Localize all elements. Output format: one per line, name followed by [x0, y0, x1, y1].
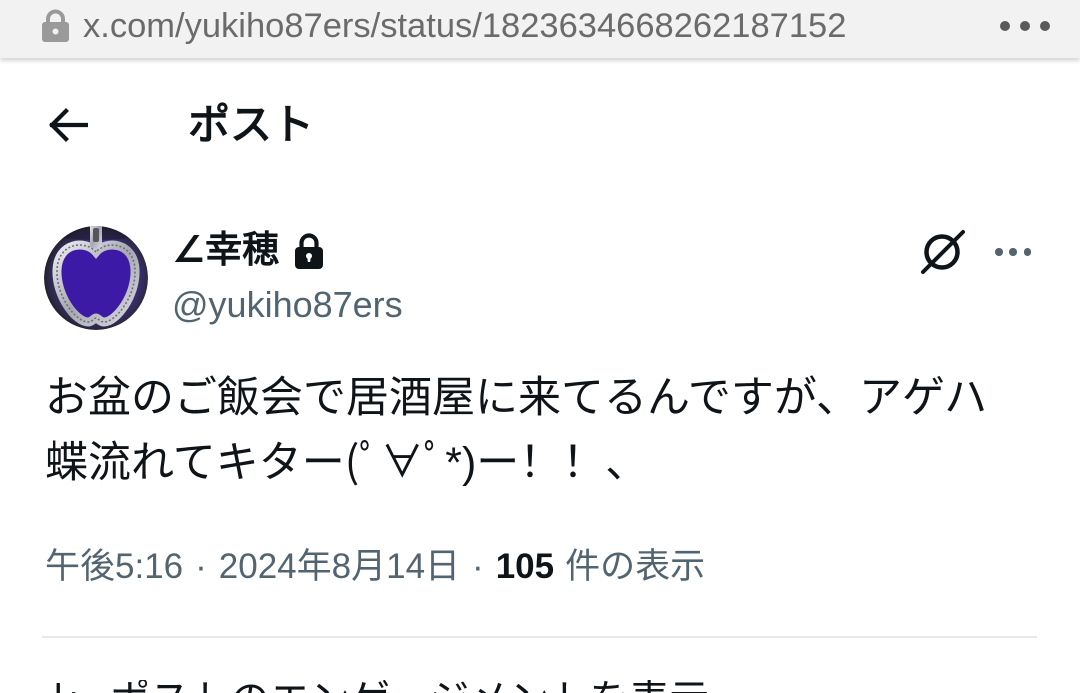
icon-dot [1000, 21, 1010, 31]
lock-icon [294, 232, 324, 269]
more-horizontal-icon [1000, 14, 1050, 38]
grok-button[interactable] [916, 226, 968, 278]
lock-icon[interactable] [40, 9, 71, 43]
more-options-button[interactable] [991, 234, 1035, 270]
author-name-row: ∠幸穂 [172, 226, 324, 274]
browser-address-bar[interactable]: x.com/yukiho87ers/status/182363466826218… [0, 0, 1080, 58]
divider [42, 636, 1037, 638]
view-engagements-link[interactable]: ポストのエンゲージメントを表示 [42, 664, 742, 693]
avatar[interactable] [44, 226, 148, 330]
url-text[interactable]: x.com/yukiho87ers/status/182363466826218… [83, 0, 988, 52]
meta-separator: · [472, 547, 484, 586]
post-time[interactable]: 午後5:16 [45, 543, 183, 591]
meta-separator: · [195, 547, 207, 586]
views-label: 件の表示 [565, 547, 706, 586]
post-text: お盆のご飯会で居酒屋に来てるんですが、アゲハ蝶流れてキター(ﾟ∀ﾟ*)ー！！、 [45, 374, 988, 487]
icon-dot [1020, 21, 1030, 31]
icon-dot [1023, 248, 1031, 256]
back-button[interactable] [40, 101, 96, 149]
grok-icon [918, 228, 966, 276]
more-horizontal-icon [995, 234, 1031, 270]
post-date[interactable]: 2024年8月14日 [219, 543, 460, 591]
analytics-icon [42, 678, 82, 693]
author-handle[interactable]: @yukiho87ers [172, 281, 403, 329]
icon-dot [1009, 248, 1017, 256]
page-title: ポスト [188, 101, 315, 148]
icon-dot [995, 248, 1003, 256]
author-display-name[interactable]: ∠幸穂 [172, 226, 279, 274]
view-engagements-label: ポストのエンゲージメントを表示 [110, 680, 730, 693]
post-meta: 午後5:16 · 2024年8月14日 · 105 件の表示 [45, 543, 705, 591]
views-count: 105 [495, 547, 555, 586]
icon-dot [1040, 21, 1050, 31]
back-arrow-icon [48, 107, 89, 143]
browser-menu-button[interactable] [1000, 14, 1050, 38]
